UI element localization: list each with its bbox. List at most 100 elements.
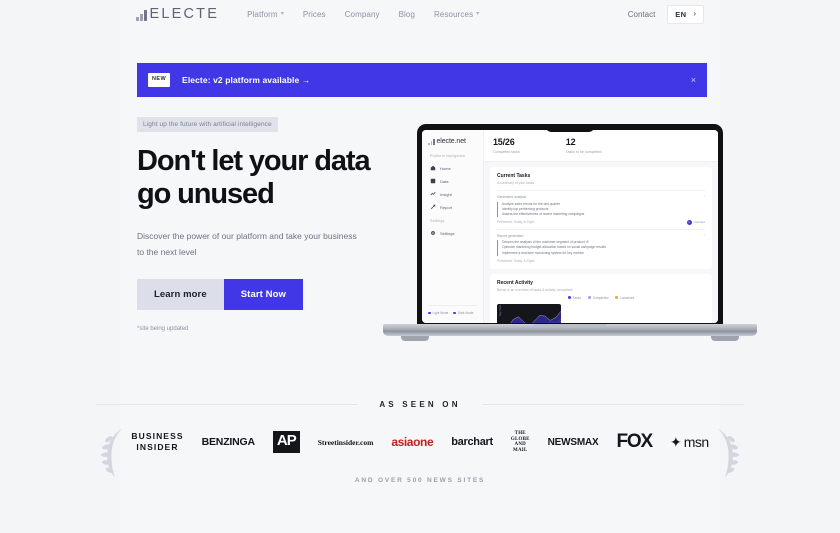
sun-icon [428, 311, 431, 315]
task-bullet: Assess the effectiveness of recent marke… [502, 211, 585, 216]
activity-area-chart: Key Stats Last 30 Days [497, 303, 561, 323]
stat-completed-tasks-value: 15/26 [493, 137, 515, 147]
nav-link-prices[interactable]: Prices [303, 10, 326, 19]
logo-globe-line4: MAIL [513, 447, 528, 453]
activity-chart-svg [507, 310, 561, 323]
logo-streetinsider: Streetinsider.com [317, 437, 374, 447]
nav-link-blog-label: Blog [398, 9, 416, 19]
logo-msn-label: msn [683, 434, 709, 450]
chevron-right-icon: › [703, 231, 705, 237]
as-seen-on-section: AS SEEN ON BUSINESS INSIDER BENZINGA AP [96, 400, 744, 484]
status-badge: Updated [693, 220, 705, 225]
sidebar-item-home[interactable]: Home [428, 162, 477, 174]
avatar: E [686, 219, 692, 225]
task-item-title: Generated analysis [497, 195, 527, 199]
laptop-screen: electe.net Platform Navigation Home Data… [422, 130, 718, 323]
language-selector[interactable]: EN › [667, 4, 704, 24]
announcement-banner-text: Electe: v2 platform available → [182, 75, 311, 85]
chevron-down-icon: ▾ [476, 11, 480, 17]
legend-item-completed: Completed [587, 295, 609, 300]
moon-icon [453, 311, 456, 315]
logo-msn: ✦ msn [670, 434, 709, 450]
stat-pending-tasks: 12 Tasks to be completed [566, 137, 602, 154]
nav-link-resources-label: Resources [434, 9, 474, 19]
as-seen-on-title: AS SEEN ON [379, 400, 461, 409]
start-now-button[interactable]: Start Now [223, 278, 303, 310]
nav-link-blog[interactable]: Blog [399, 10, 415, 19]
light-mode-toggle[interactable]: Light Mode [428, 311, 448, 315]
dashboard-sidebar: electe.net Platform Navigation Home Data… [422, 130, 484, 323]
chart-y-axis-label: Key Stats [499, 304, 502, 316]
top-navigation-bar: ELECTE Platform ▾ Prices Company Blog Re… [120, 0, 720, 28]
task-item-meta: Performed: Today, 4:23pm [497, 219, 535, 224]
nav-link-company[interactable]: Company [345, 10, 380, 19]
task-item-bullets: Analyze sales trends for the last quarte… [497, 201, 705, 217]
nav-links: Platform ▾ Prices Company Blog Resources… [247, 10, 479, 19]
new-badge: NEW [148, 73, 171, 87]
chevron-down-icon: ▾ [280, 11, 284, 17]
logo-ap: AP [272, 431, 300, 453]
hero-eyebrow: Light up the future with artificial inte… [137, 117, 278, 132]
task-item[interactable]: › Generated analysis Analyze sales trend… [497, 190, 705, 225]
report-icon [430, 204, 436, 210]
stat-pending-tasks-label: Tasks to be completed [565, 150, 602, 154]
dashboard-brand: electe.net [428, 138, 477, 145]
logo-globe-line1: THE [514, 431, 526, 436]
nav-link-platform-label: Platform [247, 9, 278, 19]
legend-swatch [615, 296, 619, 300]
sidebar-item-data[interactable]: Data [428, 175, 477, 187]
hero-section: Light up the future with artificial inte… [137, 113, 392, 332]
theme-mode-toggles: Light Mode Dark Mode [428, 305, 477, 315]
task-item[interactable]: › Report generated Deepen the analysis o… [497, 228, 705, 263]
nav-link-prices-label: Prices [302, 9, 326, 19]
dashboard-main: 15/26 Completed tasks 12 Tasks to be com… [484, 130, 718, 323]
logo-globe-line2: GLOBE [510, 436, 530, 442]
laurel-left-icon [100, 427, 128, 479]
divider-right [482, 404, 744, 405]
bar-chart-logo-icon [428, 138, 435, 145]
recent-activity-subtitle: Below is an overview of tasks & activity… [497, 287, 574, 292]
announcement-banner[interactable]: NEW Electe: v2 platform available → × [137, 63, 707, 97]
light-mode-label: Light Mode [432, 311, 449, 315]
logo-barchart: barchart [451, 436, 493, 448]
logo-asiaone-part1: asia [391, 435, 414, 449]
brand-logo[interactable]: ELECTE [136, 7, 219, 22]
task-item-title: Report generated [497, 233, 524, 238]
task-bullet: Implement a real-time monitoring system … [502, 250, 584, 255]
database-icon [430, 178, 436, 184]
sidebar-item-settings[interactable]: Settings [428, 227, 477, 239]
legend-label: Completed [592, 295, 609, 300]
hero-note: *site being updated [137, 325, 189, 332]
legend-item-tasks: Tasks [567, 296, 581, 300]
sidebar-item-home-label: Home [440, 165, 451, 171]
hero-subtext: Discover the power of our platform and t… [137, 231, 357, 257]
insight-icon [430, 191, 436, 197]
stat-pending-tasks-value: 12 [565, 137, 576, 147]
nav-link-resources[interactable]: Resources ▾ [434, 10, 479, 19]
close-icon[interactable]: × [691, 75, 696, 85]
press-logos-row: BUSINESS INSIDER BENZINGA AP Streetinsid… [96, 428, 744, 478]
nav-link-contact[interactable]: Contact [628, 10, 656, 19]
legend-item-launches: Launches [615, 296, 634, 300]
dark-mode-toggle[interactable]: Dark Mode [453, 311, 473, 315]
headline-line-2: go unused [137, 178, 275, 211]
headline-line-1: Don't let your data [137, 145, 371, 177]
legend-swatch [567, 296, 571, 300]
logo-asiaone: asiaone [391, 435, 433, 449]
laptop-foot-right [711, 336, 739, 341]
divider-left [96, 404, 358, 405]
home-icon [430, 165, 436, 171]
sidebar-item-insight[interactable]: Insight [428, 188, 477, 200]
stat-completed-tasks: 15/26 Completed tasks [493, 137, 520, 154]
task-item-bullets: Deepen the analysis of the customer segm… [497, 240, 705, 256]
chevron-right-icon: › [693, 9, 696, 18]
task-item-status: E Updated [686, 219, 705, 225]
recent-activity-title: Recent Activity [497, 279, 533, 286]
sidebar-item-report[interactable]: Report [428, 201, 477, 213]
brand-name: ELECTE [149, 5, 220, 22]
nav-link-platform[interactable]: Platform ▾ [247, 10, 284, 19]
logo-bi-line2: INSIDER [136, 442, 179, 452]
nav-right-group: Contact EN › [628, 4, 704, 24]
logo-business-insider: BUSINESS INSIDER [131, 431, 183, 452]
learn-more-button[interactable]: Learn more [137, 278, 224, 310]
